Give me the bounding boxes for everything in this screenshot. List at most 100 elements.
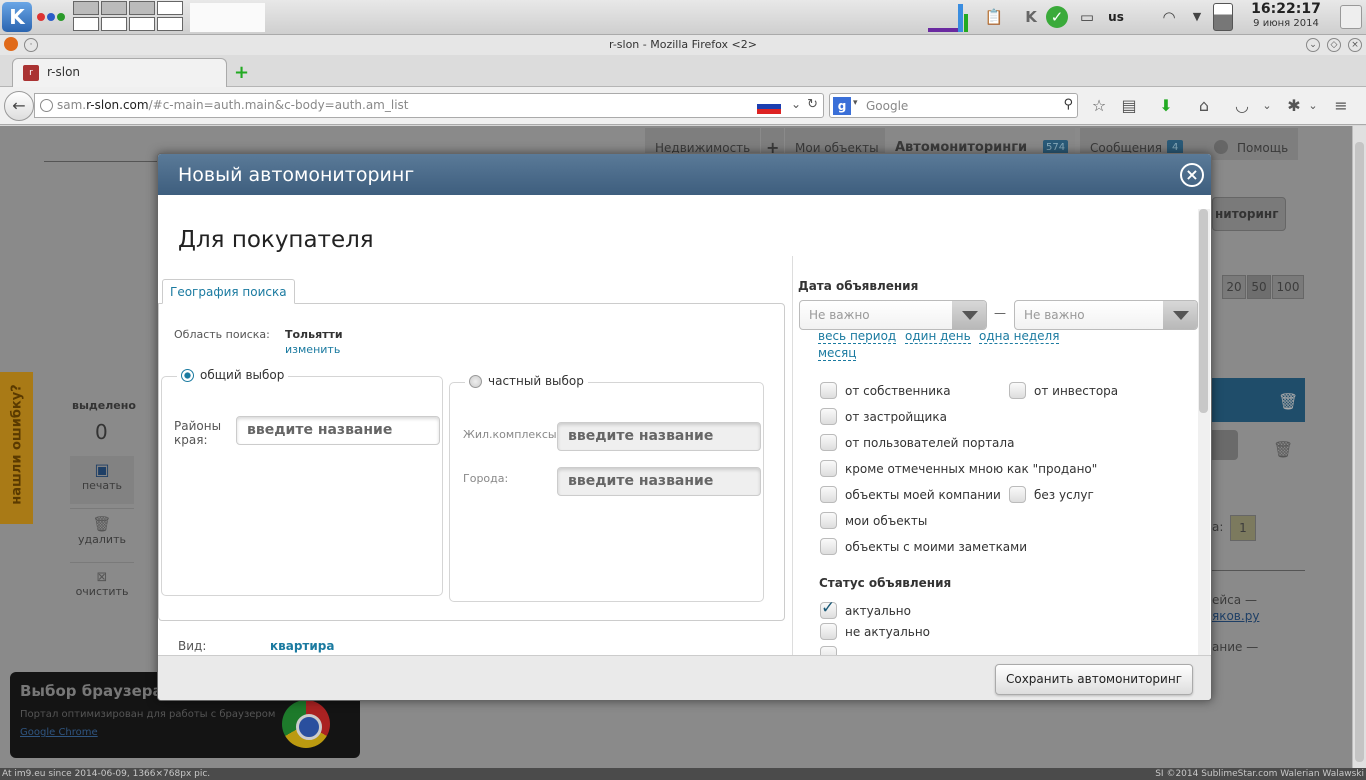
print-button[interactable]: ▣ печать — [70, 456, 134, 504]
delete-icon: 🗑 — [92, 515, 112, 533]
reload-icon[interactable]: ↻ — [807, 97, 818, 112]
found-error-tab[interactable]: нашли ошибку? — [0, 372, 33, 524]
checkbox-icon — [820, 623, 837, 640]
checkbox-from-developer[interactable]: от застройщика — [820, 408, 947, 425]
pocket-icon[interactable]: ◡ — [1231, 96, 1253, 116]
globe-icon — [40, 99, 53, 112]
type-value-link[interactable]: квартира — [270, 639, 334, 653]
close-window-icon[interactable]: × — [1348, 38, 1362, 52]
desktop-pager-2[interactable] — [101, 1, 127, 15]
tray-arrow-icon[interactable]: ▼ — [1186, 6, 1208, 28]
minimize-icon[interactable]: ⌄ — [1306, 38, 1320, 52]
clipboard-icon[interactable]: 📋 — [983, 6, 1005, 28]
desktop-pager-6[interactable] — [101, 17, 127, 31]
dropdown-arrow-icon — [952, 301, 986, 329]
desktop-pager-5[interactable] — [73, 17, 99, 31]
drive-icon[interactable]: ▭ — [1076, 6, 1098, 28]
checkbox-status-not-actual[interactable]: не актуально — [820, 623, 930, 640]
chrome-icon[interactable] — [282, 700, 330, 748]
area-change-link[interactable]: изменить — [285, 343, 340, 356]
private-choice-radio[interactable]: частный выбор — [465, 374, 588, 388]
page-size-50[interactable]: 50 — [1247, 275, 1271, 299]
url-bar[interactable]: sam.r-slon.com/#c-main=auth.main&c-body=… — [34, 93, 824, 118]
checkbox-status-partial[interactable] — [820, 646, 845, 655]
clear-button[interactable]: ⊠ очистить — [70, 562, 134, 612]
header-trash-icon[interactable]: 🗑 — [1278, 392, 1298, 411]
pin-icon[interactable]: · — [24, 38, 38, 52]
period-week-link[interactable]: одна неделя — [979, 329, 1060, 344]
right-link[interactable]: яков.ру — [1212, 609, 1259, 623]
bookmarks-list-icon[interactable]: ▤ — [1118, 96, 1140, 116]
date-from-select[interactable]: Не важно — [799, 300, 987, 330]
maximize-icon[interactable]: ◇ — [1327, 38, 1341, 52]
add-monitor-button[interactable]: ниторинг — [1212, 197, 1286, 231]
pocket-dropdown-icon[interactable]: ⌄ — [1256, 96, 1278, 116]
blue-dot-icon — [47, 13, 55, 21]
tab-geography[interactable]: География поиска — [162, 279, 295, 304]
dialog-subtitle: Для покупателя — [178, 227, 374, 253]
status-section-title: Статус объявления — [819, 576, 952, 590]
period-month-link[interactable]: месяц — [818, 346, 857, 361]
show-desktop-icon[interactable] — [1340, 5, 1362, 29]
districts-input[interactable]: введите название — [236, 416, 440, 445]
desktop-pager-7[interactable] — [129, 17, 155, 31]
elephant-logo — [44, 126, 159, 162]
selected-count: 0 — [95, 420, 108, 444]
menu-icon[interactable]: ≡ — [1330, 96, 1352, 116]
desktop-pager-3[interactable] — [129, 1, 155, 15]
checkbox-except-sold[interactable]: кроме отмеченных мною как "продано" — [820, 460, 1097, 477]
google-icon: g — [833, 97, 851, 115]
page-size-100[interactable]: 100 — [1272, 275, 1304, 299]
binoculars-icon[interactable]: ⚲ — [1063, 97, 1073, 112]
wifi-icon[interactable]: ◠ — [1158, 6, 1180, 28]
date-separator: — — [994, 306, 1006, 320]
delete-button[interactable]: 🗑 удалить — [70, 508, 134, 558]
desktop-pager-8[interactable] — [157, 17, 183, 31]
complexes-input[interactable]: введите название — [557, 422, 761, 451]
filters-panel: Дата объявления Не важно — Не важно весь… — [792, 256, 1198, 655]
taskbar-blank — [190, 3, 265, 32]
home-icon[interactable]: ⌂ — [1193, 96, 1215, 116]
row-trash-icon[interactable]: 🗑 — [1273, 440, 1293, 459]
page-size-20[interactable]: 20 — [1222, 275, 1246, 299]
period-day-link[interactable]: один день — [905, 329, 971, 344]
dialog-scrollbar[interactable] — [1198, 209, 1210, 655]
page-scrollbar[interactable] — [1352, 126, 1366, 770]
general-choice-radio[interactable]: общий выбор — [177, 368, 289, 382]
period-all-link[interactable]: весь период — [818, 329, 897, 344]
checkbox-my-objects[interactable]: мои объекты — [820, 512, 927, 529]
search-bar[interactable]: g ▾ Google ⚲ — [829, 93, 1078, 118]
clock[interactable]: 16:22:17 9 июня 2014 — [1246, 0, 1326, 29]
desktop-pager-1[interactable] — [73, 1, 99, 15]
download-icon[interactable]: ⬇ — [1155, 96, 1177, 116]
url-dropdown-icon[interactable]: ⌄ — [791, 97, 801, 111]
checkbox-from-portal-users[interactable]: от пользователей портала — [820, 434, 1014, 451]
dialog-close-icon[interactable]: × — [1180, 163, 1204, 187]
checkbox-from-investor[interactable]: от инвестора — [1009, 382, 1118, 399]
search-engine-dropdown-icon[interactable]: ▾ — [853, 98, 858, 108]
date-to-select[interactable]: Не важно — [1014, 300, 1198, 330]
kopete-icon[interactable]: K — [1020, 6, 1042, 28]
desktop-pager-4[interactable] — [157, 1, 183, 15]
check-icon[interactable]: ✓ — [1046, 6, 1068, 28]
save-automonitor-button[interactable]: Сохранить автомониторинг — [994, 664, 1193, 695]
bookmark-star-icon[interactable]: ☆ — [1088, 96, 1110, 116]
page-number[interactable]: 1 — [1230, 515, 1256, 541]
keyboard-layout[interactable]: us — [1103, 6, 1129, 28]
kde-menu-icon[interactable]: K — [2, 2, 32, 32]
tab-r-slon[interactable]: r r-slon — [12, 58, 227, 87]
battery-icon[interactable] — [1213, 3, 1233, 31]
checkbox-my-company[interactable]: объекты моей компании — [820, 486, 1001, 503]
chrome-link[interactable]: Google Chrome — [20, 727, 98, 738]
cities-input[interactable]: введите название — [557, 467, 761, 496]
checkbox-status-actual[interactable]: актуально — [820, 598, 911, 619]
addon-dropdown-icon[interactable]: ⌄ — [1302, 96, 1324, 116]
checkbox-from-owner[interactable]: от собственника — [820, 382, 951, 399]
back-button[interactable]: ← — [4, 91, 34, 121]
area-value: Тольятти — [285, 328, 343, 341]
type-label: Вид: — [178, 639, 207, 653]
new-tab-icon[interactable]: + — [234, 62, 249, 83]
row-select[interactable] — [1212, 430, 1238, 460]
checkbox-with-notes[interactable]: объекты с моими заметками — [820, 538, 1027, 555]
checkbox-no-services[interactable]: без услуг — [1009, 486, 1094, 503]
